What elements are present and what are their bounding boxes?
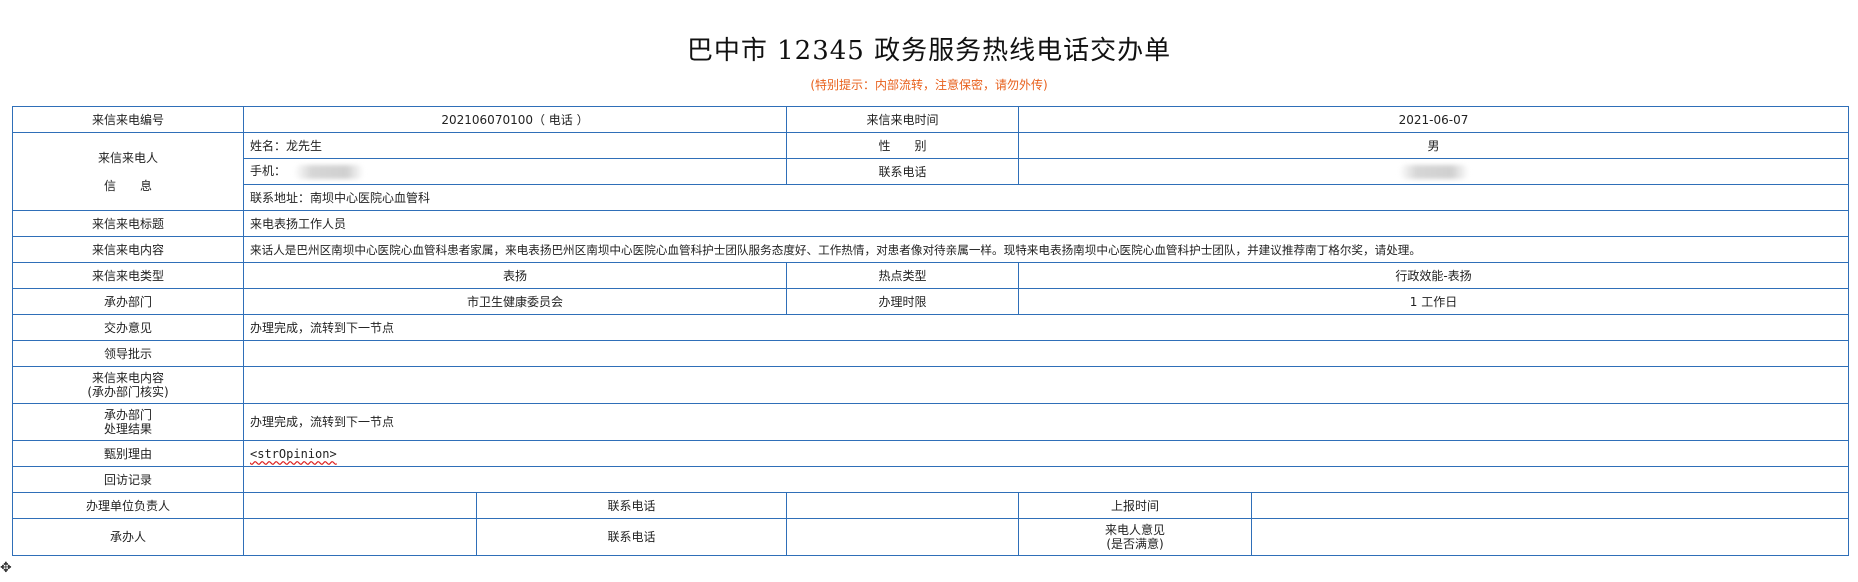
label-caller-opinion-line2: (是否满意) xyxy=(1106,537,1164,551)
value-assign-opinion: 办理完成，流转到下一节点 xyxy=(243,314,1849,341)
value-owner xyxy=(243,492,477,519)
label-report-time: 上报时间 xyxy=(1018,492,1252,519)
label-letter-number: 来信来电编号 xyxy=(12,106,244,133)
value-caller-name: 姓名：龙先生 xyxy=(243,132,787,159)
label-leader-instruction: 领导批示 xyxy=(12,340,244,367)
label-hot-type: 热点类型 xyxy=(786,262,1019,289)
value-handler-phone xyxy=(786,518,1019,556)
row-verify: 来信来电内容 (承办部门核实) xyxy=(12,366,1849,404)
row-caller-name: 来信来电人 信 息 姓名：龙先生 性 别 男 xyxy=(12,132,1849,211)
page-title: 巴中市 12345 政务服务热线电话交办单 xyxy=(686,36,1172,66)
row-reason: 甄别理由 <strOpinion> xyxy=(12,440,1849,467)
redacted-contact-phone xyxy=(1398,164,1469,179)
value-report-time xyxy=(1251,492,1849,519)
label-contact-phone: 联系电话 xyxy=(786,158,1019,185)
value-department: 市卫生健康委员会 xyxy=(243,288,787,315)
row-letter-number: 来信来电编号 202106070100（ 电话 ） 来信来电时间 2021-06… xyxy=(12,106,1849,133)
label-result: 承办部门 处理结果 xyxy=(12,403,244,441)
row-type: 来信来电类型 表扬 热点类型 行政效能-表扬 xyxy=(12,262,1849,289)
label-revisit: 回访记录 xyxy=(12,466,244,493)
value-hot-type: 行政效能-表扬 xyxy=(1018,262,1849,289)
row-result: 承办部门 处理结果 办理完成，流转到下一节点 xyxy=(12,403,1849,441)
cell-mobile: 手机： xyxy=(243,158,787,185)
label-caller-info: 来信来电人 信 息 xyxy=(12,132,244,211)
label-time-limit: 办理时限 xyxy=(786,288,1019,315)
value-result: 办理完成，流转到下一节点 xyxy=(243,403,1849,441)
label-handler-phone: 联系电话 xyxy=(476,518,787,556)
label-department: 承办部门 xyxy=(12,288,244,315)
value-address: 联系地址：南坝中心医院心血管科 xyxy=(243,184,1849,211)
value-content: 来话人是巴州区南坝中心医院心血管科患者家属，来电表扬巴州区南坝中心医院心血管科护… xyxy=(243,236,1849,263)
label-owner-phone: 联系电话 xyxy=(476,492,787,519)
label-result-line1: 承办部门 xyxy=(103,408,152,422)
label-reason: 甄别理由 xyxy=(12,440,244,467)
handling-form-table: 来信来电编号 202106070100（ 电话 ） 来信来电时间 2021-06… xyxy=(12,106,1849,556)
value-caller-opinion xyxy=(1251,518,1849,556)
label-verify: 来信来电内容 (承办部门核实) xyxy=(12,366,244,404)
label-caller-opinion: 来电人意见 (是否满意) xyxy=(1018,518,1252,556)
row-assign-opinion: 交办意见 办理完成，流转到下一节点 xyxy=(12,314,1849,341)
value-time-limit: 1 工作日 xyxy=(1018,288,1849,315)
row-caller-address: 联系地址：南坝中心医院心血管科 xyxy=(13,184,1849,211)
value-letter-time: 2021-06-07 xyxy=(1018,106,1849,133)
redacted-mobile xyxy=(294,164,365,179)
value-reason: <strOpinion> xyxy=(250,446,337,461)
label-assign-opinion: 交办意见 xyxy=(12,314,244,341)
label-caller-line2: 信 息 xyxy=(103,178,152,193)
row-subject: 来信来电标题 来电表扬工作人员 xyxy=(12,210,1849,237)
value-subject: 来电表扬工作人员 xyxy=(243,210,1849,237)
row-caller-phone: 手机： 联系电话 xyxy=(13,158,1849,185)
row-leader-instruction: 领导批示 xyxy=(12,340,1849,367)
value-letter-number: 202106070100（ 电话 ） xyxy=(243,106,787,133)
row-content: 来信来电内容 来话人是巴州区南坝中心医院心血管科患者家属，来电表扬巴州区南坝中心… xyxy=(12,236,1849,263)
label-letter-time: 来信来电时间 xyxy=(786,106,1019,133)
value-leader-instruction xyxy=(243,340,1849,367)
value-verify xyxy=(243,366,1849,404)
label-subject: 来信来电标题 xyxy=(12,210,244,237)
value-gender: 男 xyxy=(1018,132,1849,159)
row-department: 承办部门 市卫生健康委员会 办理时限 1 工作日 xyxy=(12,288,1849,315)
label-type: 来信来电类型 xyxy=(12,262,244,289)
row-revisit: 回访记录 xyxy=(12,466,1849,493)
special-notice: (特别提示：内部流转，注意保密，请勿外传) xyxy=(810,78,1048,92)
label-handler: 承办人 xyxy=(12,518,244,556)
label-caller-opinion-line1: 来电人意见 xyxy=(1104,523,1165,537)
label-mobile: 手机： xyxy=(250,164,287,179)
label-caller-line1: 来信来电人 xyxy=(97,150,158,165)
move-cursor-icon: ✥ xyxy=(0,560,12,576)
row-owner: 办理单位负责人 联系电话 上报时间 xyxy=(12,492,1849,519)
label-gender: 性 别 xyxy=(786,132,1019,159)
label-verify-line1: 来信来电内容 xyxy=(91,371,164,385)
label-owner: 办理单位负责人 xyxy=(12,492,244,519)
label-result-line2: 处理结果 xyxy=(103,422,152,436)
label-content: 来信来电内容 xyxy=(12,236,244,263)
cell-contact-phone xyxy=(1018,158,1849,185)
value-owner-phone xyxy=(786,492,1019,519)
row-handler: 承办人 联系电话 来电人意见 (是否满意) xyxy=(12,518,1849,556)
label-verify-line2: (承办部门核实) xyxy=(87,385,169,399)
value-revisit xyxy=(243,466,1849,493)
value-handler xyxy=(243,518,477,556)
cell-reason: <strOpinion> xyxy=(243,440,1849,467)
value-type: 表扬 xyxy=(243,262,787,289)
